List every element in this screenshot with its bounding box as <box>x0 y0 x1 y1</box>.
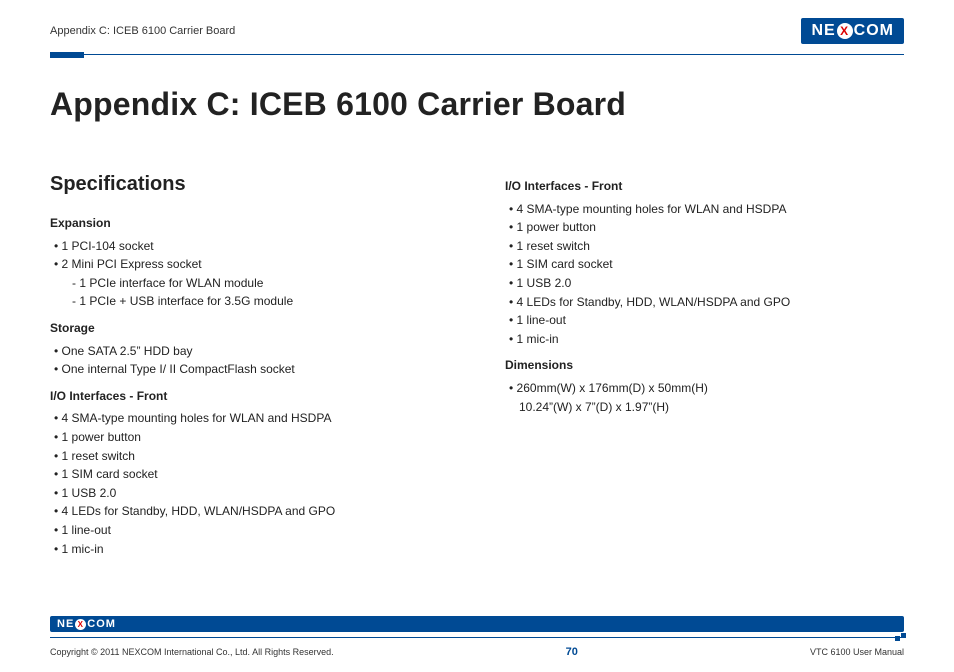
list-item: One internal Type I/ II CompactFlash soc… <box>54 360 449 379</box>
left-column: Specifications Expansion 1 PCI-104 socket… <box>50 169 449 564</box>
list-item: 1 line-out <box>509 311 904 330</box>
list-item: 1 mic-in <box>54 540 449 559</box>
right-column: I/O Interfaces - Front 4 SMA-type mountin… <box>505 169 904 564</box>
list-item: 1 SIM card socket <box>54 465 449 484</box>
list-item: 1 USB 2.0 <box>54 484 449 503</box>
list-item: 1 PCI-104 socket <box>54 237 449 256</box>
logo-text-right: COM <box>854 22 894 40</box>
list-item: 1 power button <box>54 428 449 447</box>
list-item: 4 LEDs for Standby, HDD, WLAN/HSDPA and … <box>54 502 449 521</box>
page-number: 70 <box>566 646 578 658</box>
bullet-list: 4 SMA-type mounting holes for WLAN and H… <box>50 409 449 558</box>
bullet-list: One SATA 2.5” HDD bayOne internal Type I… <box>50 342 449 379</box>
breadcrumb: Appendix C: ICEB 6100 Carrier Board <box>50 25 235 37</box>
list-item: 1 power button <box>509 218 904 237</box>
bullet-list: 260mm(W) x 176mm(D) x 50mm(H)10.24”(W) x… <box>505 379 904 416</box>
header-bar: Appendix C: ICEB 6100 Carrier Board NE X… <box>50 18 904 44</box>
section-heading: Specifications <box>50 169 449 200</box>
page-title: Appendix C: ICEB 6100 Carrier Board <box>50 86 904 123</box>
footer: NE X COM Copyright © 2011 NEXCOM Interna… <box>50 616 904 658</box>
list-item: 1 line-out <box>54 521 449 540</box>
group-heading: Storage <box>50 319 449 338</box>
list-item: 1 USB 2.0 <box>509 274 904 293</box>
sub-list-item: 1 PCIe + USB interface for 3.5G module <box>72 292 449 311</box>
footer-rule <box>50 634 904 642</box>
sub-list-item: 1 PCIe interface for WLAN module <box>72 274 449 293</box>
logo-x-icon: X <box>837 23 853 39</box>
copyright-text: Copyright © 2011 NEXCOM International Co… <box>50 647 334 657</box>
group-heading: I/O Interfaces - Front <box>50 387 449 406</box>
list-item: 4 LEDs for Standby, HDD, WLAN/HSDPA and … <box>509 293 904 312</box>
doc-name: VTC 6100 User Manual <box>810 647 904 657</box>
list-item: 1 reset switch <box>54 447 449 466</box>
list-item: 2 Mini PCI Express socket1 PCIe interfac… <box>54 255 449 311</box>
group-heading: Dimensions <box>505 356 904 375</box>
content-columns: Specifications Expansion 1 PCI-104 socket… <box>50 169 904 564</box>
bullet-list: 4 SMA-type mounting holes for WLAN and H… <box>505 200 904 349</box>
header-rule <box>50 52 904 58</box>
list-item: 1 reset switch <box>509 237 904 256</box>
list-item: 1 mic-in <box>509 330 904 349</box>
group-heading: I/O Interfaces - Front <box>505 177 904 196</box>
logo: NE X COM <box>801 18 904 44</box>
sub-list: 1 PCIe interface for WLAN module1 PCIe +… <box>54 274 449 311</box>
logo-text-left: NE <box>811 22 835 40</box>
list-item: 1 SIM card socket <box>509 255 904 274</box>
list-item: One SATA 2.5” HDD bay <box>54 342 449 361</box>
footer-logo: NE X COM <box>50 616 904 632</box>
logo-x-icon: X <box>75 619 86 630</box>
list-item: 260mm(W) x 176mm(D) x 50mm(H)10.24”(W) x… <box>509 379 904 416</box>
bullet-list: 1 PCI-104 socket2 Mini PCI Express socke… <box>50 237 449 311</box>
list-item-extra: 10.24”(W) x 7”(D) x 1.97”(H) <box>509 398 904 417</box>
list-item: 4 SMA-type mounting holes for WLAN and H… <box>54 409 449 428</box>
list-item: 4 SMA-type mounting holes for WLAN and H… <box>509 200 904 219</box>
group-heading: Expansion <box>50 214 449 233</box>
